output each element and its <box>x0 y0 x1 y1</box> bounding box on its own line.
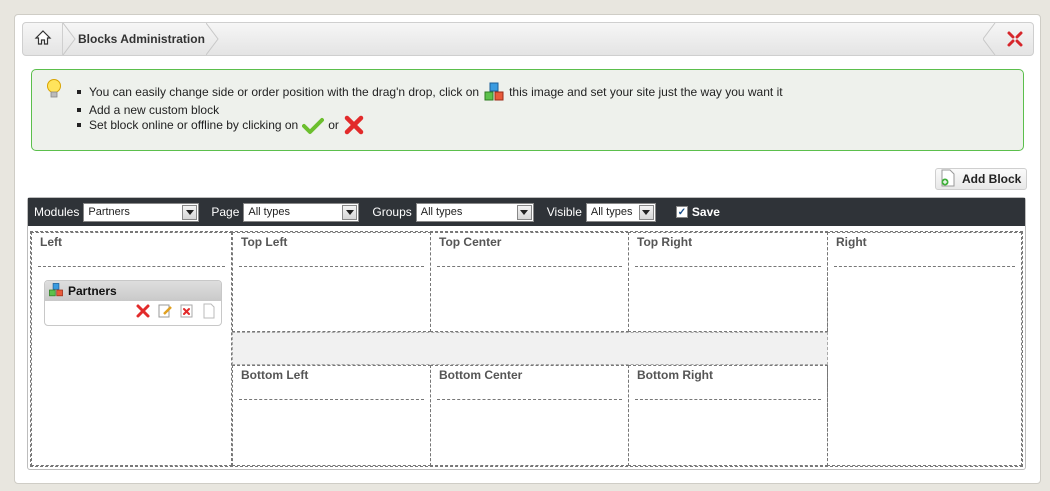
lightbulb-icon <box>46 78 62 103</box>
page-select-value: All types <box>248 205 290 218</box>
breadcrumb-separator <box>206 23 219 55</box>
blocks-icon <box>483 81 505 103</box>
chevron-down-icon <box>638 204 654 220</box>
red-cross-icon <box>343 114 365 136</box>
zone-top-right[interactable]: Top Right <box>628 232 828 332</box>
edit-icon[interactable] <box>157 303 173 322</box>
breadcrumb: Blocks Administration <box>22 22 1034 56</box>
visible-select-value: All types <box>590 205 633 218</box>
zone-top-right-title: Top Right <box>637 235 693 249</box>
visible-select[interactable]: All types <box>585 202 656 222</box>
visible-label: Visible <box>546 205 582 219</box>
info-line-3: Set block online or offline by clicking … <box>77 114 369 136</box>
blocks-icon <box>48 282 64 301</box>
block-widget-header[interactable]: Partners <box>45 281 221 301</box>
home-icon <box>34 29 52 50</box>
zone-left[interactable]: Left Partners <box>31 232 232 466</box>
info-text-3: Set block online or offline by clicking … <box>89 118 299 132</box>
block-widget-tools <box>135 303 217 322</box>
zone-bottom-center[interactable]: Bottom Center <box>430 365 629 466</box>
block-widget-partners[interactable]: Partners <box>44 280 222 326</box>
zone-left-title: Left <box>40 235 62 249</box>
blocks-grid: Left Partners Top Left Top Center Top Ri… <box>30 231 1023 467</box>
home-button[interactable] <box>23 23 63 55</box>
modules-select-value: Partners <box>88 205 130 218</box>
save-label[interactable]: Save <box>692 205 720 219</box>
main-panel: Blocks Administration You can easily cha… <box>14 14 1041 484</box>
zone-top-center[interactable]: Top Center <box>430 232 629 332</box>
info-text-or: or <box>328 118 339 132</box>
remove-icon[interactable] <box>179 303 195 322</box>
groups-label: Groups <box>372 205 412 219</box>
page-select[interactable]: All types <box>243 202 360 222</box>
blocks-frame: Modules Partners Page All types Groups A… <box>27 197 1026 470</box>
groups-select-value: All types <box>420 205 463 218</box>
block-widget-name: Partners <box>68 284 117 298</box>
info-text-1a: You can easily change side or order posi… <box>89 85 480 99</box>
zone-bottom-left[interactable]: Bottom Left <box>232 365 431 466</box>
zone-center[interactable] <box>232 332 828 365</box>
groups-select[interactable]: All types <box>415 202 534 222</box>
add-block-button[interactable]: Add Block <box>935 168 1027 190</box>
info-line-1: You can easily change side or order posi… <box>77 81 783 103</box>
chevron-down-icon <box>516 204 532 220</box>
page-icon[interactable] <box>201 303 217 322</box>
add-block-label: Add Block <box>962 172 1022 186</box>
zone-bottom-right[interactable]: Bottom Right <box>628 365 828 466</box>
page-label: Page <box>211 205 240 219</box>
zone-bottom-center-title: Bottom Center <box>439 368 523 382</box>
modules-label: Modules <box>34 205 80 219</box>
zone-top-left[interactable]: Top Left <box>232 232 431 332</box>
modules-select[interactable]: Partners <box>83 202 200 222</box>
page-title: Blocks Administration <box>78 32 205 46</box>
close-icon <box>1007 31 1023 47</box>
chevron-down-icon <box>342 204 358 220</box>
zone-top-left-title: Top Left <box>241 235 288 249</box>
breadcrumb-separator <box>983 23 996 55</box>
close-button[interactable] <box>997 23 1033 55</box>
zone-right-title: Right <box>836 235 867 249</box>
delete-icon[interactable] <box>135 303 151 322</box>
chevron-down-icon <box>182 204 198 220</box>
info-box: You can easily change side or order posi… <box>31 69 1024 151</box>
zone-top-center-title: Top Center <box>439 235 502 249</box>
zone-right[interactable]: Right <box>827 232 1022 466</box>
add-page-icon <box>940 169 956 190</box>
filter-bar: Modules Partners Page All types Groups A… <box>28 198 1025 226</box>
zone-bottom-left-title: Bottom Left <box>241 368 309 382</box>
checkmark-icon <box>302 115 325 135</box>
save-checkbox[interactable]: ✓ <box>675 206 688 218</box>
breadcrumb-separator <box>63 23 76 55</box>
info-text-1b: this image and set your site just the wa… <box>509 85 783 99</box>
zone-bottom-right-title: Bottom Right <box>637 368 713 382</box>
